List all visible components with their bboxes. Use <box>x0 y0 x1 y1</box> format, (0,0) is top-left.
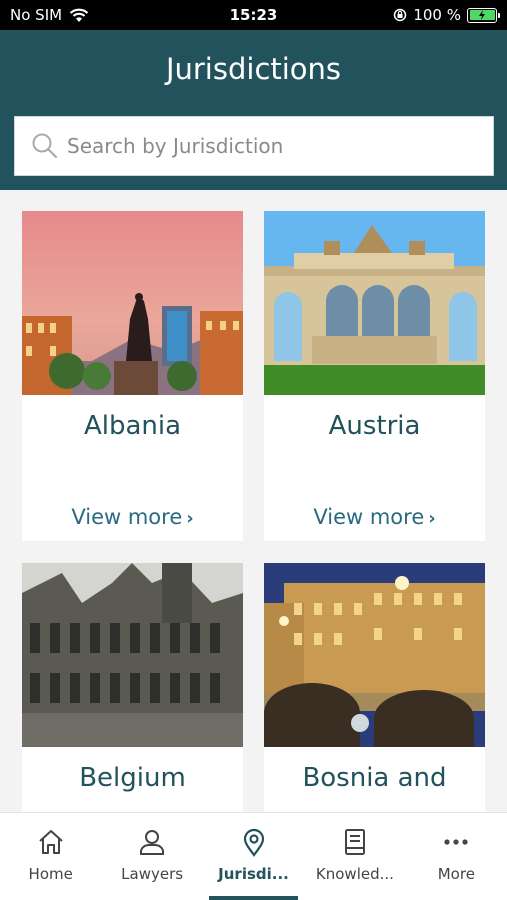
card-title: Bosnia and <box>302 763 447 793</box>
tab-more[interactable]: More <box>406 813 507 900</box>
tab-home[interactable]: Home <box>0 813 101 900</box>
orientation-lock-icon <box>394 8 407 22</box>
bosnia-image <box>264 563 485 747</box>
tab-label: Home <box>28 865 73 883</box>
view-more-link[interactable]: View more › <box>22 505 243 529</box>
tab-bar: Home Lawyers Jurisdi... Knowled... More <box>0 812 507 900</box>
ellipsis-icon <box>444 839 468 845</box>
jurisdiction-card-austria[interactable]: Austria View more › <box>264 211 485 541</box>
chevron-right-icon: › <box>428 508 436 529</box>
book-icon <box>344 829 365 855</box>
search-box[interactable] <box>14 116 494 176</box>
albania-image <box>22 211 243 395</box>
view-more-label[interactable]: View more <box>313 505 424 529</box>
jurisdiction-card-bosnia[interactable]: Bosnia and <box>264 563 485 812</box>
home-icon <box>39 830 63 854</box>
search-icon <box>32 133 58 159</box>
tab-label: More <box>437 865 475 883</box>
status-bar: No SIM 15:23 100 % <box>0 0 507 30</box>
page-title: Jurisdictions <box>165 52 342 86</box>
active-tab-indicator <box>208 896 299 900</box>
tab-label: Lawyers <box>121 865 184 883</box>
jurisdiction-card-belgium[interactable]: Belgium <box>22 563 243 812</box>
tab-knowledge[interactable]: Knowled... <box>304 813 405 900</box>
carrier-label: No SIM <box>10 6 63 24</box>
tab-jurisdictions[interactable]: Jurisdi... <box>203 813 304 900</box>
card-title: Albania <box>83 411 182 441</box>
battery-percent: 100 % <box>413 6 461 24</box>
jurisdiction-grid: Albania View more› Austria View more› <box>0 190 507 812</box>
header: Jurisdictions <box>0 30 507 190</box>
wifi-icon <box>69 8 89 22</box>
location-pin-icon <box>243 828 264 857</box>
search-input[interactable] <box>67 134 493 158</box>
belgium-image <box>22 563 243 747</box>
view-more-label[interactable]: View more <box>71 505 182 529</box>
person-icon <box>140 830 165 855</box>
view-more-link[interactable]: View more › <box>264 505 485 529</box>
tab-label: Jurisdi... <box>218 865 289 883</box>
jurisdiction-card-albania[interactable]: Albania View more › <box>22 211 243 541</box>
austria-image <box>264 211 485 395</box>
chevron-right-icon: › <box>186 508 194 529</box>
tab-lawyers[interactable]: Lawyers <box>101 813 202 900</box>
tab-label: Knowled... <box>315 865 394 883</box>
card-title: Belgium <box>79 763 186 793</box>
battery-icon <box>467 7 500 23</box>
card-title: Austria <box>328 411 421 441</box>
